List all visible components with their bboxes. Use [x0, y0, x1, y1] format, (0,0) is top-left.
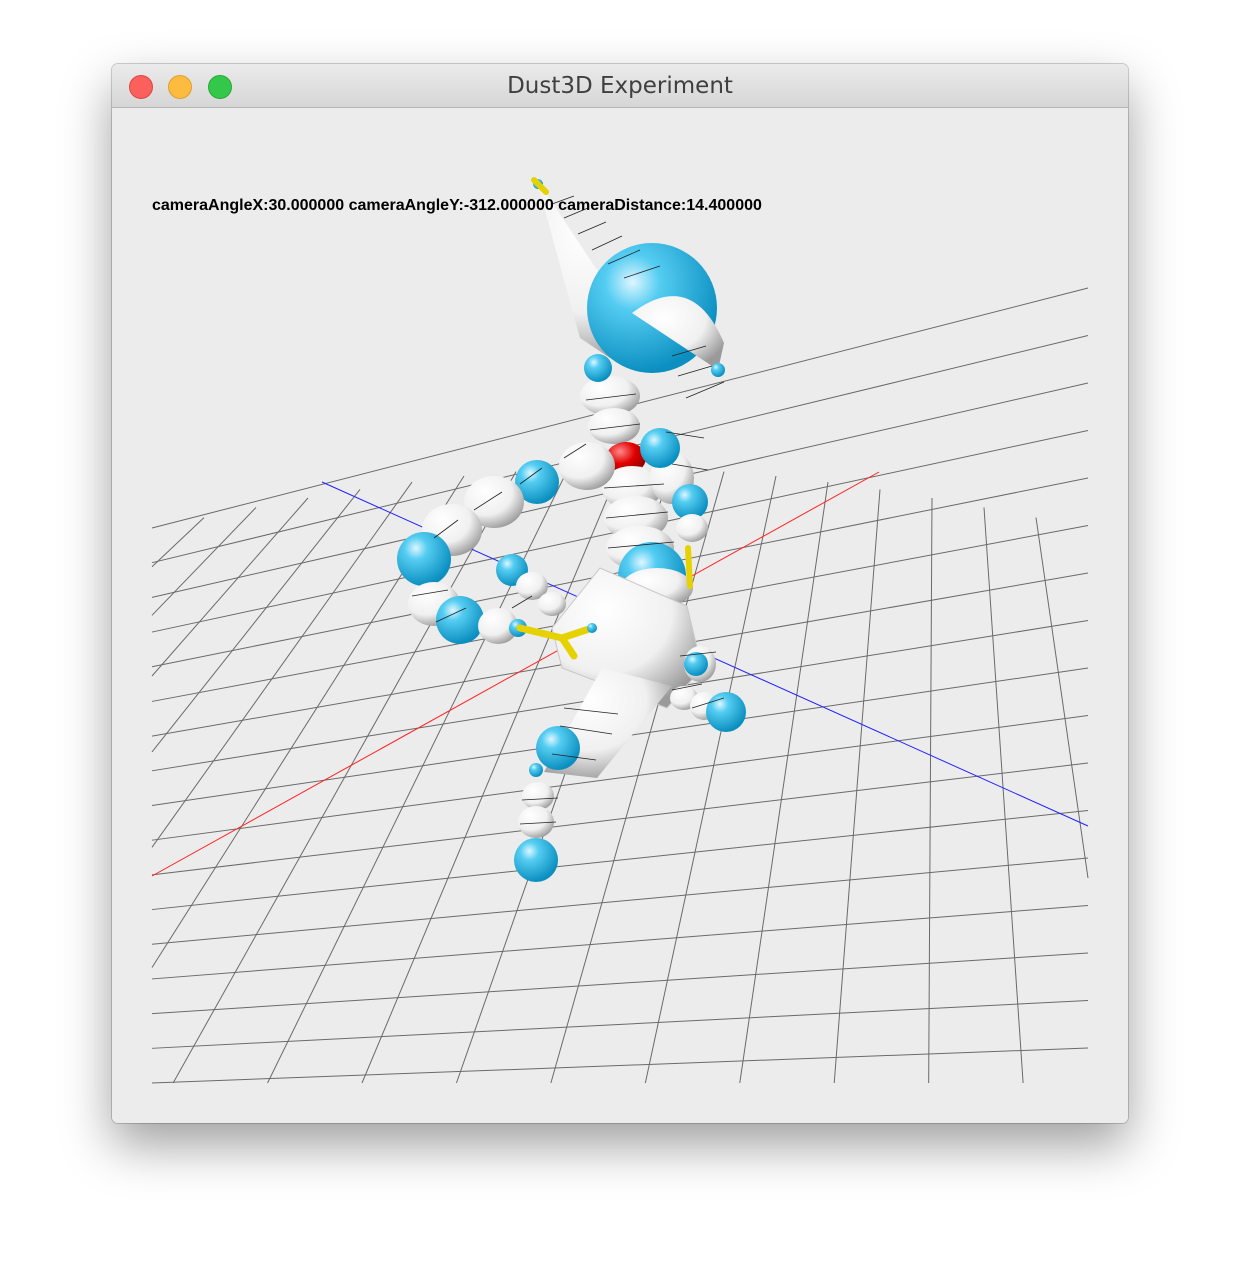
neck-joint — [584, 354, 612, 382]
knee-front-joint — [536, 726, 580, 770]
leg-front-segment-1 — [522, 782, 554, 810]
arm-left-segment-1 — [559, 442, 615, 490]
window-title: Dust3D Experiment — [507, 73, 733, 99]
leg-front-segment-2 — [518, 806, 554, 838]
arm-right-joint-1 — [640, 428, 680, 468]
content-area: cameraAngleX:30.000000 cameraAngleY:-312… — [112, 108, 1128, 1123]
neck-ring-2 — [588, 408, 640, 444]
hand-left-tip — [587, 623, 597, 633]
hat-tip-marker — [531, 177, 549, 195]
app-window: Dust3D Experiment cameraAngleX:30.000000… — [112, 64, 1128, 1123]
title-bar[interactable]: Dust3D Experiment — [112, 64, 1128, 108]
arm-left-joint-3 — [436, 596, 484, 644]
x-axis-line — [151, 471, 880, 877]
camera-info-label: cameraAngleX:30.000000 cameraAngleY:-312… — [152, 197, 762, 214]
arm-left-joint-2 — [397, 532, 451, 586]
arm-right-segment-2 — [676, 514, 708, 542]
skeleton-model[interactable] — [397, 177, 746, 882]
knee-back-joint — [684, 652, 708, 676]
hand-right-marker — [685, 545, 693, 589]
foot-front-joint — [514, 838, 558, 882]
foot-back-joint — [706, 692, 746, 732]
nose-joint — [711, 363, 725, 377]
3d-viewport[interactable] — [112, 108, 1128, 1123]
shin-front-joint — [529, 763, 543, 777]
arm-inner-segment-2 — [538, 592, 566, 616]
